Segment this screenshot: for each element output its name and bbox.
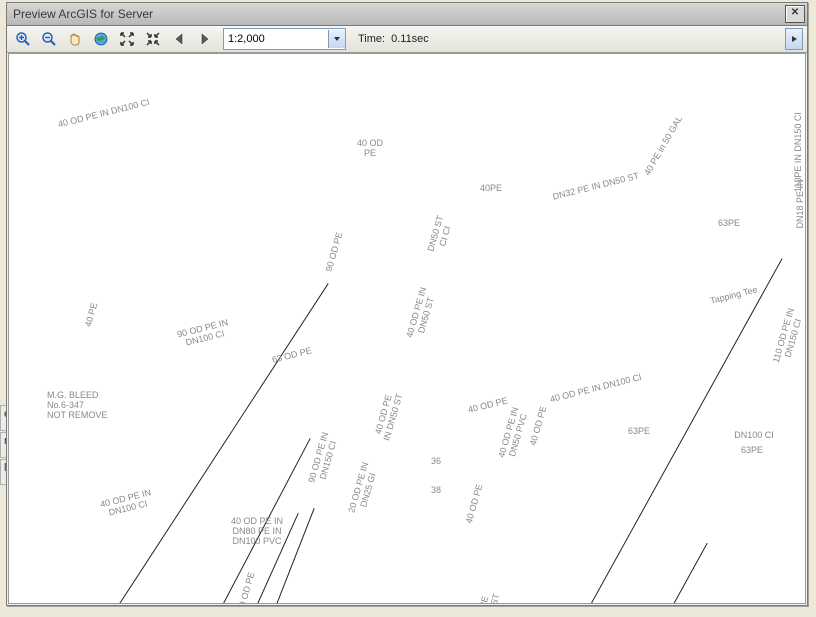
full-extent-button[interactable] xyxy=(89,27,113,51)
map-label: 40 OD PE IN DN80 PE IN DN100 PVC xyxy=(231,517,283,547)
close-button[interactable]: ✕ xyxy=(785,5,805,23)
map-label: DN100 CI xyxy=(734,431,774,441)
contract-icon xyxy=(145,31,161,47)
scale-combo[interactable] xyxy=(223,28,346,50)
map-label: DN18 PE IN xyxy=(796,179,806,228)
map-label: M.G. BLEED No.6-347 NOT REMOVE xyxy=(47,391,107,421)
map-label: 63PE xyxy=(741,446,763,456)
time-label: Time: xyxy=(358,33,385,45)
map-label: 38 xyxy=(431,486,441,496)
globe-icon xyxy=(93,31,109,47)
map-label: 63PE xyxy=(628,427,650,437)
preview-window: Preview ArcGIS for Server ✕ xyxy=(6,2,808,606)
scale-dropdown-button[interactable] xyxy=(328,30,345,48)
chevron-down-icon xyxy=(333,35,341,43)
zoom-out-icon xyxy=(41,31,57,47)
zoom-in-button[interactable] xyxy=(11,27,35,51)
window-title: Preview ArcGIS for Server xyxy=(13,7,153,21)
zoom-in-icon xyxy=(15,31,31,47)
pan-hand-icon xyxy=(67,31,83,47)
forward-button[interactable] xyxy=(193,27,217,51)
pan-button[interactable] xyxy=(63,27,87,51)
status-text: Time: 0.11sec xyxy=(358,33,429,45)
titlebar[interactable]: Preview ArcGIS for Server ✕ xyxy=(7,3,807,26)
time-value: 0.11sec xyxy=(391,33,429,45)
play-right-icon xyxy=(790,35,798,43)
fit-button[interactable] xyxy=(141,27,165,51)
map-label: 40PE xyxy=(480,184,502,194)
map-label: 36 xyxy=(431,457,441,467)
map-canvas[interactable]: 40 OD PE IN DN100 CI40 OD PE40 PE in 50 … xyxy=(8,53,806,604)
map-label: 40 OD PE xyxy=(357,139,383,159)
close-icon: ✕ xyxy=(791,7,799,18)
zoom-to-extent-button[interactable] xyxy=(115,27,139,51)
scale-input[interactable] xyxy=(224,30,328,48)
toolbar-menu-button[interactable] xyxy=(785,28,803,50)
arrow-right-icon xyxy=(197,31,213,47)
arrow-left-icon xyxy=(171,31,187,47)
toolbar: Time: 0.11sec xyxy=(7,26,807,53)
zoom-out-button[interactable] xyxy=(37,27,61,51)
expand-icon xyxy=(119,31,135,47)
pipe-line xyxy=(648,543,707,603)
back-button[interactable] xyxy=(167,27,191,51)
map-label: 63PE xyxy=(718,219,740,229)
